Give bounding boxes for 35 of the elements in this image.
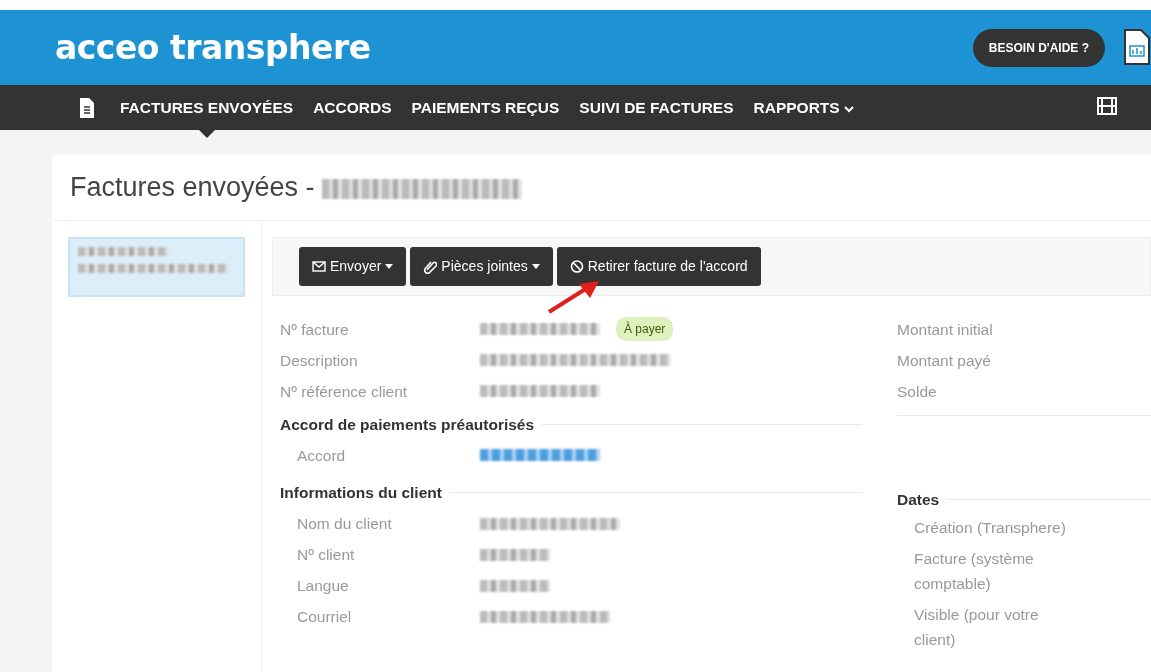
field-label: Langue <box>297 576 350 596</box>
section-heading: Accord de paiements préautorisés <box>280 414 535 435</box>
section-heading: Informations du client <box>280 482 442 503</box>
envelope-icon <box>312 258 326 274</box>
nav-tab[interactable]: PAIEMENTS REÇUS <box>401 85 570 130</box>
help-button[interactable]: BESOIN D'AIDE ? <box>972 28 1105 67</box>
report-icon[interactable] <box>1123 27 1151 68</box>
prohibited-icon <box>569 258 584 274</box>
nav-tab[interactable]: RAPPORTS <box>743 85 864 130</box>
field-label: Description <box>280 350 359 371</box>
invoice-icon[interactable] <box>80 97 94 118</box>
status-badge: À payer <box>616 317 674 341</box>
toolbar-button[interactable]: Retirer facture de l'accord <box>556 246 761 286</box>
field-label: Accord <box>297 445 347 466</box>
filmstrip-icon[interactable] <box>1097 97 1117 115</box>
toolbar-button[interactable]: Envoyer <box>299 246 407 286</box>
amount-label: Montant initial <box>897 319 994 340</box>
date-label: Facture (système comptable) <box>914 548 1035 594</box>
paperclip-icon <box>423 258 438 274</box>
page-title: Factures envoyées - <box>70 172 315 202</box>
field-label: Nº client <box>297 545 356 565</box>
field-label: Nom du client <box>297 514 393 534</box>
field-label: Nº facture <box>280 319 350 340</box>
amount-label: Montant payé <box>897 350 992 371</box>
section-heading: Dates <box>897 489 940 510</box>
logo: acceo transphere <box>55 26 371 69</box>
nav-tab[interactable]: SUIVI DE FACTURES <box>569 85 744 130</box>
date-label: Création (Transphere) <box>914 517 1067 538</box>
field-label: Nº référence client <box>280 381 409 402</box>
field-label: Courriel <box>297 607 353 627</box>
amount-label: Solde <box>897 381 938 402</box>
nav-tab[interactable]: ACCORDS <box>303 85 402 130</box>
date-label: Visible (pour votre client) <box>914 604 1040 650</box>
nav-tab[interactable]: FACTURES ENVOYÉES <box>110 85 304 130</box>
toolbar-button[interactable]: Pièces jointes <box>410 246 553 286</box>
